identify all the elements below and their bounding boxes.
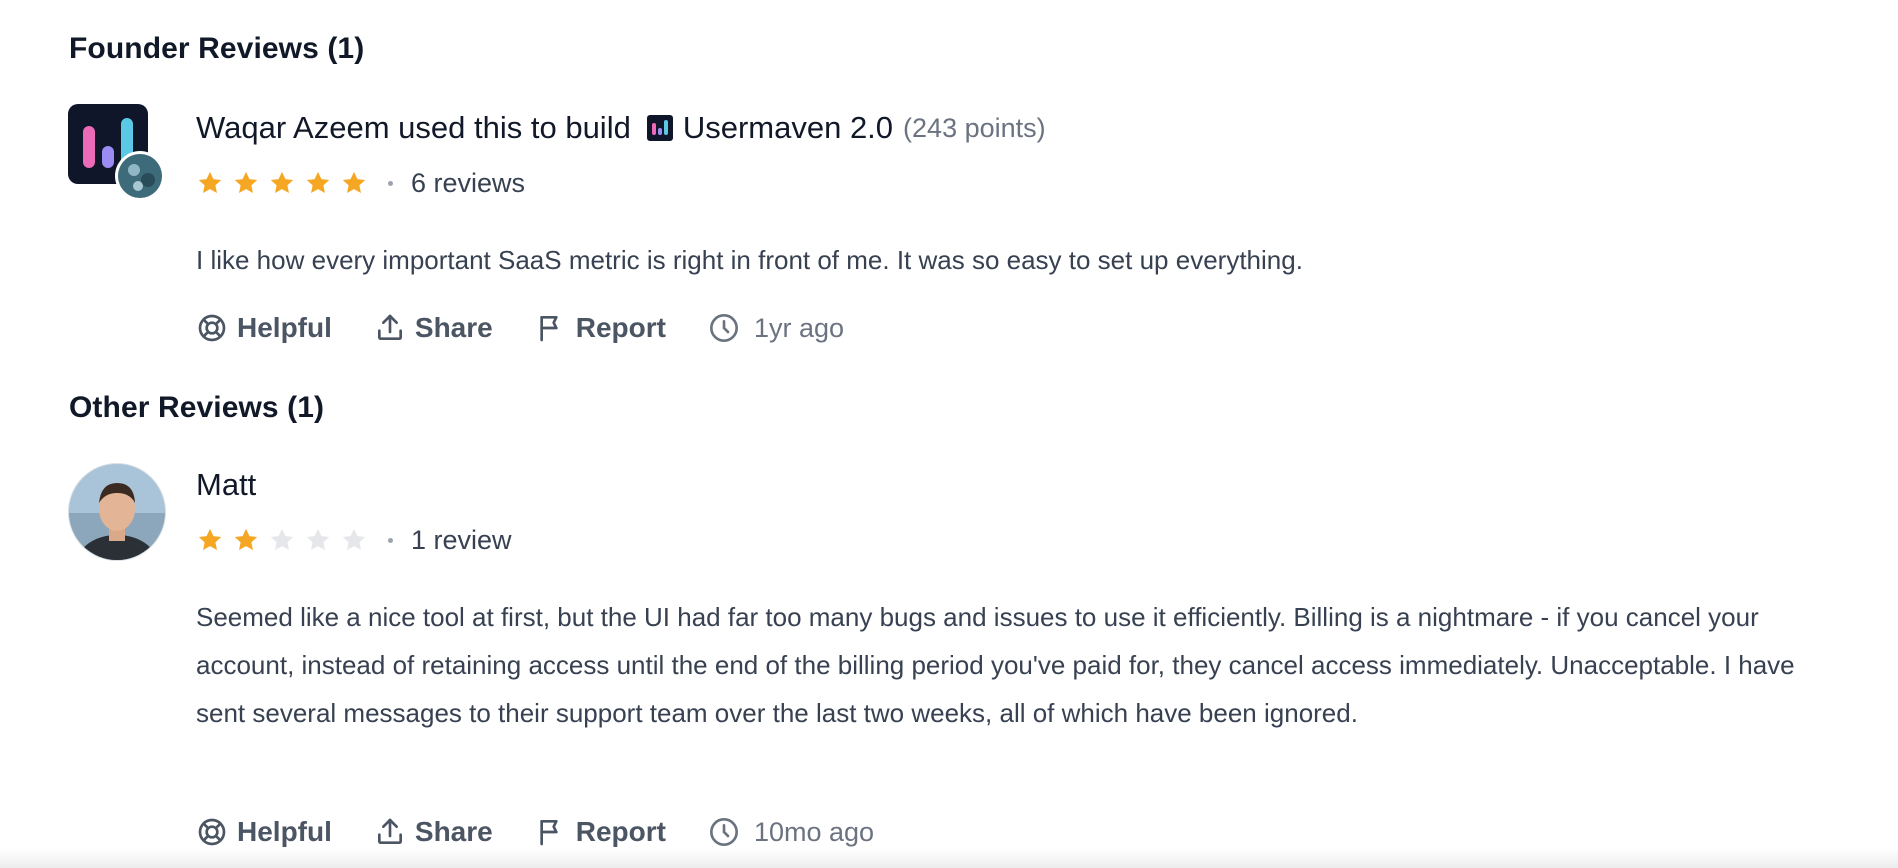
- flag-icon: [540, 316, 558, 342]
- review-text: Seemed like a nice tool at first, but th…: [196, 602, 1795, 728]
- review-count[interactable]: 6 reviews: [411, 168, 525, 199]
- founder-avatar[interactable]: [68, 104, 168, 207]
- founder-review-actions: Helpful Share Report 1yr ago: [196, 308, 844, 348]
- review-count[interactable]: 1 review: [411, 525, 512, 556]
- share-label: Share: [414, 312, 493, 343]
- product-name[interactable]: Usermaven 2.0: [683, 110, 893, 146]
- share-button[interactable]: Share: [374, 816, 493, 848]
- reviews-page: Founder Reviews (1) Waqar Azeem used thi…: [0, 0, 1898, 868]
- lifebuoy-icon: [198, 818, 226, 846]
- star-filled-icon: [198, 528, 222, 551]
- star-rating: [196, 169, 368, 197]
- built-text-label: used this to build: [398, 110, 631, 145]
- star-rating: [196, 526, 368, 554]
- time-label: 10mo ago: [753, 816, 875, 847]
- star-filled-icon: [342, 171, 366, 194]
- avatar: [68, 463, 166, 561]
- usermaven-product-icon: [646, 115, 673, 141]
- review-time: 1yr ago: [708, 312, 844, 344]
- time-label: 1yr ago: [753, 312, 845, 343]
- lifebuoy-icon: [198, 314, 226, 342]
- star-filled-icon: [234, 171, 258, 194]
- other-author-line: Matt: [196, 467, 256, 503]
- star-empty-icon: [342, 528, 366, 551]
- report-label: Report: [575, 312, 666, 343]
- separator-dot: [388, 537, 393, 543]
- helpful-button[interactable]: Helpful: [196, 816, 332, 848]
- matt-avatar[interactable]: [68, 463, 166, 566]
- helpful-label: Helpful: [237, 816, 332, 847]
- share-label: Share: [414, 816, 493, 847]
- helpful-button[interactable]: Helpful: [196, 312, 332, 344]
- founder-rating: 6 reviews: [196, 166, 525, 200]
- star-empty-icon: [270, 528, 294, 551]
- built-text: [390, 110, 399, 146]
- founder-reviews-title: Founder Reviews (1): [69, 32, 365, 65]
- report-button[interactable]: Report: [535, 312, 666, 344]
- bottom-shadow: [0, 848, 1898, 868]
- star-empty-icon: [306, 528, 330, 551]
- separator-dot: [388, 180, 393, 186]
- share-button[interactable]: Share: [374, 312, 493, 344]
- other-review-actions: Helpful Share Report 10mo ago: [196, 812, 874, 852]
- clock-icon: [709, 818, 738, 846]
- star-filled-icon: [306, 171, 330, 194]
- product-points: (243 points): [903, 112, 1046, 143]
- founder-author-line: Waqar Azeem used this to build Usermaven…: [196, 110, 1046, 146]
- usermaven-logo-avatar: [68, 104, 165, 201]
- star-filled-icon: [234, 528, 258, 551]
- helpful-label: Helpful: [237, 312, 332, 343]
- other-rating: 1 review: [196, 523, 512, 557]
- star-filled-icon: [270, 171, 294, 194]
- author-name[interactable]: Matt: [196, 467, 256, 503]
- share-icon: [377, 314, 402, 340]
- other-reviews-title: Other Reviews (1): [69, 391, 325, 424]
- report-button[interactable]: Report: [535, 816, 666, 848]
- review-time: 10mo ago: [708, 816, 874, 848]
- flag-icon: [540, 820, 558, 846]
- star-filled-icon: [198, 171, 222, 194]
- clock-icon: [709, 314, 738, 342]
- share-icon: [377, 818, 402, 844]
- author-name[interactable]: Waqar Azeem: [196, 110, 390, 146]
- report-label: Report: [575, 816, 666, 847]
- review-text: I like how every important SaaS metric i…: [196, 245, 1303, 275]
